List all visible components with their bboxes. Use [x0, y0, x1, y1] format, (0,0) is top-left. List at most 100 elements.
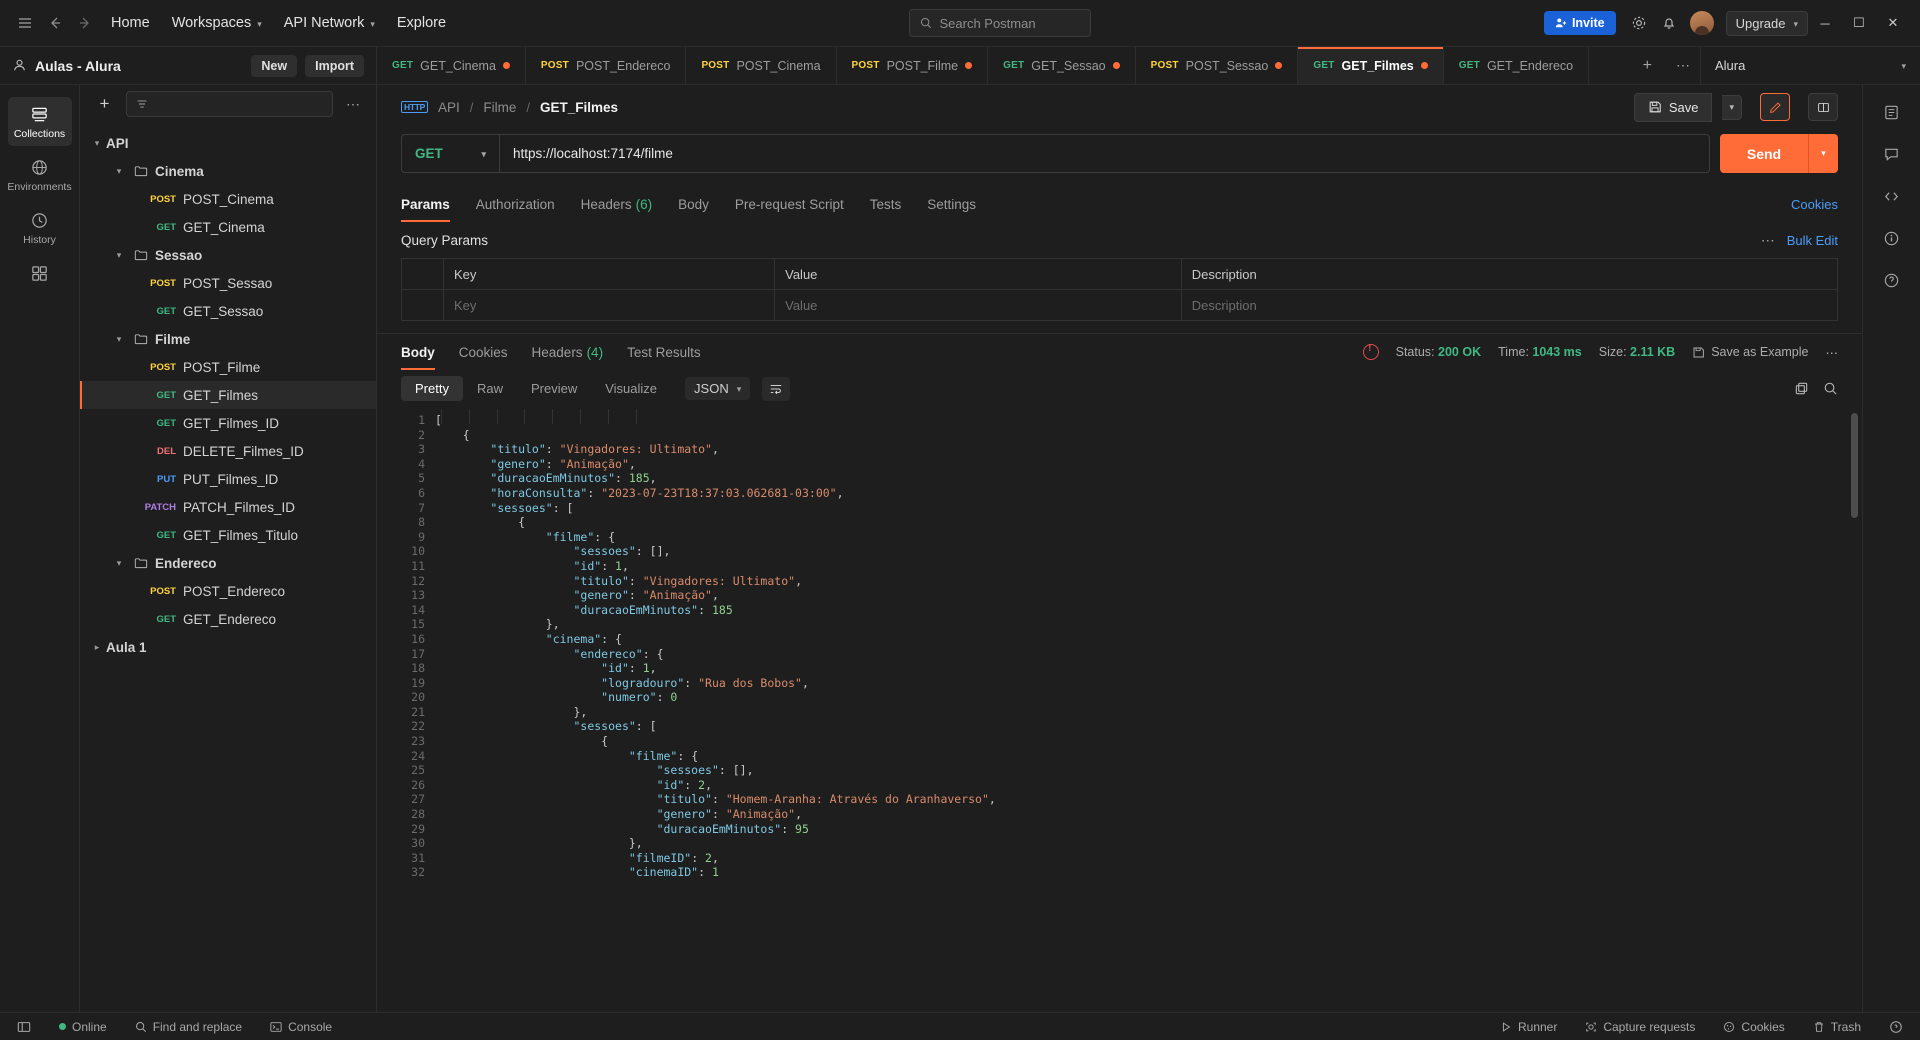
- save-button[interactable]: Save: [1633, 92, 1713, 122]
- sidebar-folder-sessao[interactable]: ▾ Sessao: [80, 241, 376, 269]
- bulk-edit-link[interactable]: Bulk Edit: [1787, 233, 1838, 248]
- environment-selector[interactable]: Alura ▾: [1700, 47, 1920, 84]
- request-subtab-body[interactable]: Body: [678, 187, 709, 222]
- copy-icon[interactable]: [1794, 381, 1809, 396]
- unsaved-indicator-dot[interactable]: [1275, 62, 1283, 69]
- capture-requests-button[interactable]: Capture requests: [1580, 1018, 1700, 1036]
- chevron-right-icon[interactable]: ▸: [88, 642, 106, 653]
- response-subtab-headers[interactable]: Headers (4): [532, 334, 604, 370]
- request-subtab-headers[interactable]: Headers (6): [581, 187, 653, 222]
- comments-icon[interactable]: [1877, 139, 1907, 169]
- import-button[interactable]: Import: [305, 54, 364, 77]
- response-more-button[interactable]: ⋯: [1826, 345, 1839, 360]
- sidebar-request-patch-filmes-id[interactable]: PATCH PATCH_Filmes_ID: [80, 493, 376, 521]
- rail-item-apps[interactable]: [8, 256, 72, 289]
- view-mode-preview[interactable]: Preview: [517, 376, 591, 401]
- edit-request-button[interactable]: [1760, 93, 1790, 121]
- send-options-button[interactable]: ▾: [1808, 134, 1838, 173]
- nav-api-network[interactable]: API Network ▾: [273, 10, 386, 36]
- workspace-name[interactable]: Aulas - Alura: [35, 58, 243, 74]
- sidebar-request-put-filmes-id[interactable]: PUT PUT_Filmes_ID: [80, 465, 376, 493]
- search-input[interactable]: Search Postman: [909, 9, 1092, 37]
- new-tab-button[interactable]: +: [1629, 47, 1666, 84]
- request-subtab-tests[interactable]: Tests: [870, 187, 902, 222]
- request-tab-post_filme[interactable]: POST POST_Filme: [837, 47, 989, 84]
- sidebar-folder-aula-1[interactable]: ▸ Aula 1: [80, 633, 376, 661]
- sidebar-request-get-filmes[interactable]: GET GET_Filmes: [80, 381, 376, 409]
- bell-icon[interactable]: [1654, 8, 1684, 38]
- tabs-more-button[interactable]: ⋯: [1666, 47, 1700, 84]
- select-all-checkbox-cell[interactable]: [401, 258, 444, 290]
- view-mode-visualize[interactable]: Visualize: [591, 376, 671, 401]
- response-subtab-cookies[interactable]: Cookies: [459, 334, 508, 370]
- rail-item-collections[interactable]: Collections: [7, 97, 72, 146]
- response-subtab-test-results[interactable]: Test Results: [627, 334, 701, 370]
- sidebar-more-button[interactable]: ⋯: [342, 96, 364, 113]
- code-content[interactable]: [ { "titulo": "Vingadores: Ultimato", "g…: [435, 409, 1862, 1012]
- request-subtab-authorization[interactable]: Authorization: [476, 187, 555, 222]
- method-selector[interactable]: GET ▾: [402, 135, 500, 172]
- sidebar-folder-api[interactable]: ▾ API: [80, 129, 376, 157]
- arrow-right-icon[interactable]: [70, 8, 100, 38]
- arrow-left-icon[interactable]: [40, 8, 70, 38]
- plus-icon[interactable]: +: [92, 92, 117, 117]
- sidebar-request-get-endereco[interactable]: GET GET_Endereco: [80, 605, 376, 633]
- request-tab-get_filmes[interactable]: GET GET_Filmes: [1298, 47, 1444, 84]
- response-body-code[interactable]: 1 2 3 4 5 6 7 8 9 10 11 12 13 14 15 16 17 18 19 20 21 22 23 24 2…: [377, 409, 1862, 1012]
- cell-value[interactable]: Value: [774, 289, 1182, 321]
- cell-key[interactable]: Key: [442, 289, 776, 321]
- chevron-down-icon[interactable]: ▾: [110, 250, 128, 261]
- sidebar-request-get-cinema[interactable]: GET GET_Cinema: [80, 213, 376, 241]
- view-mode-pretty[interactable]: Pretty: [401, 376, 463, 401]
- sidebar-request-get-sessao[interactable]: GET GET_Sessao: [80, 297, 376, 325]
- trash-button[interactable]: Trash: [1808, 1018, 1866, 1036]
- breadcrumb-filme[interactable]: Filme: [483, 100, 516, 115]
- request-tab-post_endereco[interactable]: POST POST_Endereco: [526, 47, 687, 84]
- save-as-example-button[interactable]: Save as Example: [1692, 345, 1809, 359]
- send-button[interactable]: Send: [1720, 134, 1808, 173]
- sidebar-folder-filme[interactable]: ▾ Filme: [80, 325, 376, 353]
- breadcrumb-api[interactable]: API: [438, 100, 460, 115]
- gear-icon[interactable]: [1624, 8, 1654, 38]
- unsaved-indicator-dot[interactable]: [965, 62, 973, 69]
- find-and-replace-button[interactable]: Find and replace: [130, 1018, 247, 1036]
- window-close-button[interactable]: ✕: [1876, 8, 1910, 38]
- sidebar-request-post-filme[interactable]: POST POST_Filme: [80, 353, 376, 381]
- save-dropdown-button[interactable]: ▾: [1722, 94, 1742, 120]
- chevron-down-icon[interactable]: ▾: [110, 166, 128, 177]
- nav-explore[interactable]: Explore: [386, 10, 457, 36]
- ellipsis-icon[interactable]: ⋯: [1761, 232, 1775, 249]
- nav-home[interactable]: Home: [100, 10, 161, 36]
- notes-icon[interactable]: [1877, 97, 1907, 127]
- question-icon[interactable]: [1884, 1018, 1908, 1036]
- request-tab-post_cinema[interactable]: POST POST_Cinema: [686, 47, 837, 84]
- chevron-down-icon[interactable]: ▾: [110, 334, 128, 345]
- avatar[interactable]: [1689, 11, 1714, 35]
- online-status[interactable]: Online: [54, 1018, 112, 1036]
- view-mode-raw[interactable]: Raw: [463, 376, 517, 401]
- info-circle-icon[interactable]: [1877, 223, 1907, 253]
- invite-button[interactable]: Invite: [1543, 11, 1616, 35]
- cookies-button[interactable]: Cookies: [1718, 1018, 1789, 1036]
- cookies-link[interactable]: Cookies: [1791, 197, 1838, 212]
- unsaved-indicator-dot[interactable]: [1112, 62, 1120, 69]
- sidebar-filter-input[interactable]: [126, 91, 333, 117]
- rail-item-history[interactable]: History: [8, 203, 72, 252]
- chevron-down-icon[interactable]: ▾: [110, 558, 128, 569]
- request-tab-post_sessao[interactable]: POST POST_Sessao: [1136, 47, 1299, 84]
- runner-button[interactable]: Runner: [1495, 1018, 1562, 1036]
- request-tab-get_endereco[interactable]: GET GET_Endereco: [1444, 47, 1590, 84]
- new-button[interactable]: New: [251, 54, 298, 77]
- response-format-selector[interactable]: JSON ▾: [685, 377, 751, 400]
- layout-toggle-button[interactable]: [1808, 93, 1838, 121]
- url-input[interactable]: https://localhost:7174/filme: [500, 135, 1709, 172]
- documentation-icon[interactable]: [1877, 265, 1907, 295]
- sidebar-request-get-filmes-id[interactable]: GET GET_Filmes_ID: [80, 409, 376, 437]
- word-wrap-icon[interactable]: [762, 376, 791, 401]
- sidebar-folder-cinema[interactable]: ▾ Cinema: [80, 157, 376, 185]
- rail-item-environments[interactable]: Environments: [7, 150, 72, 199]
- sidebar-request-post-sessao[interactable]: POST POST_Sessao: [80, 269, 376, 297]
- upgrade-button[interactable]: Upgrade ▾: [1725, 10, 1808, 36]
- sidebar-request-post-cinema[interactable]: POST POST_Cinema: [80, 185, 376, 213]
- chevron-down-icon[interactable]: ▾: [88, 138, 106, 149]
